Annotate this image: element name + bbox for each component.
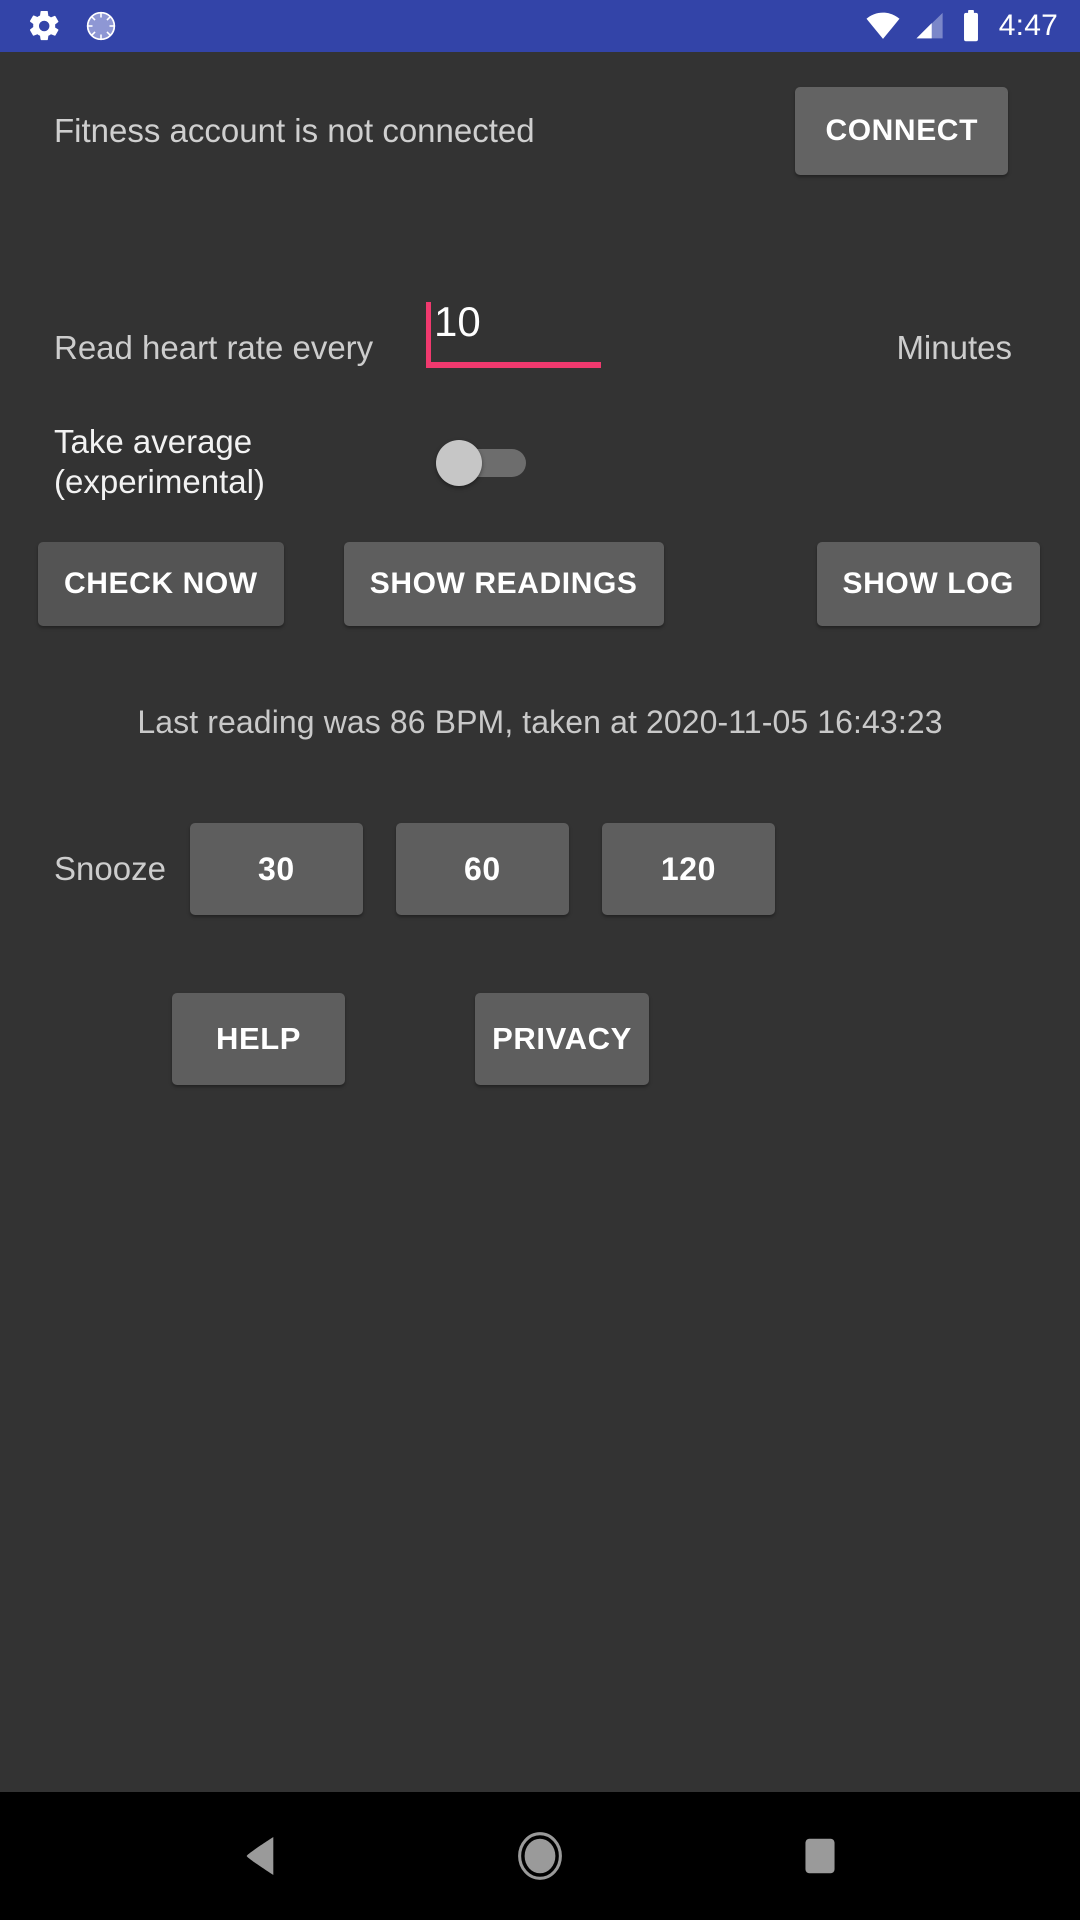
back-triangle-icon — [241, 1835, 279, 1877]
wifi-icon — [865, 11, 901, 41]
battery-icon — [961, 10, 981, 42]
snooze-30-button[interactable]: 30 — [189, 823, 363, 915]
status-bar-clock: 4:47 — [998, 9, 1058, 42]
read-interval-value: 10 — [434, 298, 481, 345]
action-buttons-row: CHECK NOW SHOW READINGS SHOW LOG — [38, 542, 1042, 626]
nav-back-button[interactable] — [200, 1792, 320, 1920]
take-average-row: Take average (experimental) — [38, 422, 1042, 502]
read-interval-unit-label: Minutes — [896, 329, 1012, 366]
nav-recents-button[interactable] — [760, 1792, 880, 1920]
connect-button[interactable]: CONNECT — [795, 87, 1008, 175]
toggle-thumb — [436, 440, 482, 486]
snooze-row: Snooze 30 60 120 — [38, 823, 1042, 915]
show-readings-button[interactable]: SHOW READINGS — [343, 542, 664, 626]
help-button[interactable]: HELP — [172, 993, 345, 1085]
nav-home-button[interactable] — [480, 1792, 600, 1920]
take-average-label: Take average (experimental) — [54, 422, 265, 500]
system-navigation-bar — [0, 1792, 1080, 1920]
status-bar-notification-icons — [26, 8, 118, 44]
read-interval-input[interactable]: 10 — [426, 298, 601, 368]
last-reading-text: Last reading was 86 BPM, taken at 2020-1… — [137, 704, 943, 740]
read-interval-row: Read heart rate every 10 Minutes — [38, 298, 1042, 368]
check-now-button[interactable]: CHECK NOW — [38, 542, 284, 626]
sync-progress-icon — [84, 9, 118, 43]
home-circle-icon — [516, 1831, 564, 1881]
cell-signal-icon — [915, 11, 947, 41]
take-average-toggle[interactable] — [436, 440, 528, 486]
status-bar-system-icons: 4:47 — [865, 9, 1058, 43]
app-content: Fitness account is not connected CONNECT… — [0, 52, 1080, 1792]
show-log-button[interactable]: SHOW LOG — [816, 542, 1040, 626]
phone-screen: 4:47 Fitness account is not connected CO… — [0, 0, 1080, 1920]
settings-gear-icon — [26, 8, 62, 44]
snooze-60-button[interactable]: 60 — [395, 823, 569, 915]
status-bar: 4:47 — [0, 0, 1080, 52]
read-interval-label: Read heart rate every — [54, 329, 374, 366]
recents-square-icon — [803, 1836, 837, 1876]
fitness-status-text: Fitness account is not connected — [54, 112, 535, 149]
footer-buttons-row: HELP PRIVACY — [38, 993, 1042, 1085]
input-underline — [426, 362, 601, 368]
text-cursor — [426, 302, 431, 364]
fitness-account-row: Fitness account is not connected CONNECT — [38, 52, 1042, 202]
snooze-label: Snooze — [54, 850, 166, 887]
privacy-button[interactable]: PRIVACY — [475, 993, 649, 1085]
snooze-120-button[interactable]: 120 — [601, 823, 775, 915]
